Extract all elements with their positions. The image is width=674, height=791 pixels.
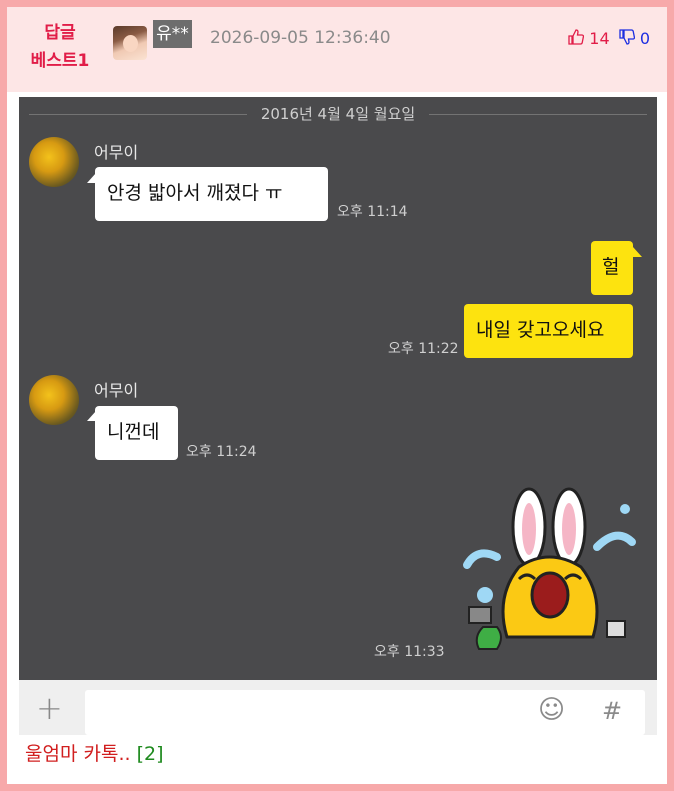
my-message-bubble: 내일 갖고오세요 [464,304,633,358]
post-header: 답글 베스트1 유** 2026-09-05 12:36:40 14 0 [7,7,667,92]
sender-avatar [29,375,79,425]
date-divider: 2016년 4월 4일 월요일 [19,103,657,124]
message-time: 오후 11:22 [388,341,459,357]
post-caption[interactable]: 울엄마 카톡.. [2] [25,739,164,766]
crying-rabbit-sticker [457,487,637,657]
author-avatar[interactable] [113,26,147,60]
thumbs-up-icon[interactable] [568,28,585,49]
chat-screenshot: 2016년 4월 4일 월요일 어무이 안경 밟아서 깨졌다 ㅠ 오후 11:1… [19,97,657,735]
badge-line1: 답글 [44,23,76,43]
emoji-icon[interactable]: ☺ [538,696,565,724]
best-reply-badge: 답글 베스트1 [25,19,95,75]
message-time: 오후 11:33 [374,644,445,660]
thumbs-down-icon[interactable] [619,28,635,49]
my-message-bubble: 헐 [591,241,633,295]
hash-icon[interactable]: # [602,697,622,725]
sender-avatar [29,137,79,187]
chat-input-bar: + ☺ # [19,680,657,735]
post-title[interactable]: 울엄마 카톡.. [25,743,131,765]
date-divider-text: 2016년 4월 4일 월요일 [260,105,416,123]
author-name[interactable]: 유** [153,20,192,48]
sender-name: 어무이 [94,143,139,162]
vote-counter: 14 0 [568,28,650,49]
downvote-count: 0 [639,29,650,48]
bubble-tail [633,247,642,257]
message-bubble: 안경 밟아서 깨졌다 ㅠ [95,167,328,221]
plus-icon[interactable]: + [36,692,63,724]
badge-line2: 베스트1 [30,51,90,71]
message-time: 오후 11:14 [337,204,408,220]
message-bubble: 니껀데 [95,406,178,460]
sender-name: 어무이 [94,381,139,400]
post-date: 2026-09-05 12:36:40 [210,28,391,48]
comment-count[interactable]: [2] [137,743,164,765]
upvote-count: 14 [589,29,610,48]
message-time: 오후 11:24 [186,444,257,460]
